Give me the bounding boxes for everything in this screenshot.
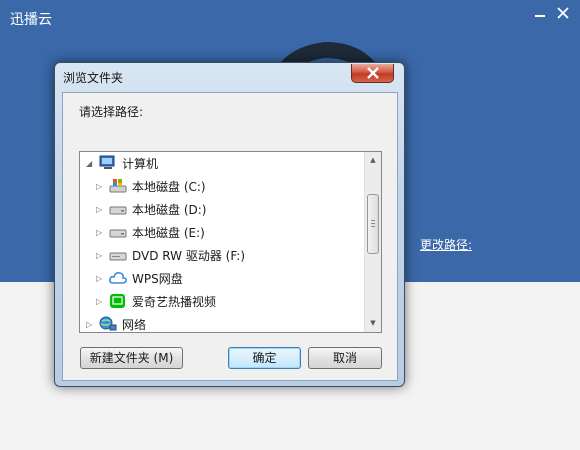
scrollbar-thumb[interactable] — [367, 194, 379, 254]
scroll-up-arrow-icon[interactable]: ▲ — [365, 152, 381, 169]
tree-item-label: 计算机 — [122, 156, 159, 171]
windows-drive-icon — [109, 178, 127, 194]
change-path-link[interactable]: 更改路径: — [420, 236, 472, 253]
cloud-icon — [109, 270, 127, 286]
app-title: 迅播云 — [10, 12, 52, 28]
tree-item-drive-e[interactable]: ▷ 本地磁盘 (E:) — [96, 221, 205, 243]
tree-item-label: WPS网盘 — [132, 271, 183, 286]
new-folder-button[interactable]: 新建文件夹 (M) — [80, 347, 183, 369]
computer-icon — [99, 155, 117, 171]
hard-drive-icon — [109, 224, 127, 240]
dialog-client-area: 请选择路径: ◢ 计算机 ▷ 本地磁盘 (C:) ▷ 本地磁盘 (D:) ▷ 本… — [62, 92, 398, 381]
tree-item-label: 网络 — [122, 317, 147, 332]
folder-tree[interactable]: ◢ 计算机 ▷ 本地磁盘 (C:) ▷ 本地磁盘 (D:) ▷ 本地磁盘 (E:… — [79, 151, 382, 333]
grip-line — [371, 220, 375, 221]
close-icon[interactable] — [554, 6, 572, 24]
tree-item-label: DVD RW 驱动器 (F:) — [132, 248, 246, 263]
dialog-close-button[interactable] — [351, 64, 394, 83]
tree-item-label: 本地磁盘 (D:) — [132, 202, 207, 217]
grip-line — [371, 223, 375, 224]
network-icon — [99, 316, 117, 332]
tree-item-drive-f[interactable]: ▷ DVD RW 驱动器 (F:) — [96, 244, 245, 266]
tree-item-label: 本地磁盘 (C:) — [132, 179, 206, 194]
tree-item-wps-cloud[interactable]: ▷ WPS网盘 — [96, 267, 183, 289]
dialog-prompt: 请选择路径: — [79, 105, 144, 119]
tree-item-label: 爱奇艺热播视频 — [132, 294, 217, 309]
dvd-drive-icon — [109, 247, 127, 263]
collapsed-arrow-icon[interactable]: ▷ — [96, 205, 106, 214]
tree-item-iqiyi[interactable]: ▷ 爱奇艺热播视频 — [96, 290, 216, 312]
tree-scrollbar[interactable]: ▲ ▼ — [364, 152, 381, 332]
cancel-button[interactable]: 取消 — [308, 347, 382, 369]
hard-drive-icon — [109, 201, 127, 217]
tree-item-network[interactable]: ▷ 网络 — [86, 313, 147, 332]
collapsed-arrow-icon[interactable]: ▷ — [86, 320, 96, 329]
browse-folder-dialog: 浏览文件夹 请选择路径: ◢ 计算机 ▷ 本地磁盘 (C:) ▷ 本地磁盘 (D… — [54, 62, 405, 387]
iqiyi-icon — [109, 293, 127, 309]
dialog-title: 浏览文件夹 — [63, 71, 124, 85]
minimize-icon[interactable] — [531, 6, 549, 24]
grip-line — [371, 226, 375, 227]
scroll-down-arrow-icon[interactable]: ▼ — [365, 315, 381, 332]
collapsed-arrow-icon[interactable]: ▷ — [96, 274, 106, 283]
tree-item-computer[interactable]: ◢ 计算机 — [86, 152, 158, 174]
tree-item-drive-c[interactable]: ▷ 本地磁盘 (C:) — [96, 175, 206, 197]
tree-item-label: 本地磁盘 (E:) — [132, 225, 205, 240]
collapsed-arrow-icon[interactable]: ▷ — [96, 182, 106, 191]
collapsed-arrow-icon[interactable]: ▷ — [96, 297, 106, 306]
ok-button[interactable]: 确定 — [228, 347, 301, 369]
tree-item-drive-d[interactable]: ▷ 本地磁盘 (D:) — [96, 198, 206, 220]
collapsed-arrow-icon[interactable]: ▷ — [96, 228, 106, 237]
expanded-arrow-icon[interactable]: ◢ — [86, 159, 96, 168]
close-icon — [367, 67, 379, 79]
collapsed-arrow-icon[interactable]: ▷ — [96, 251, 106, 260]
